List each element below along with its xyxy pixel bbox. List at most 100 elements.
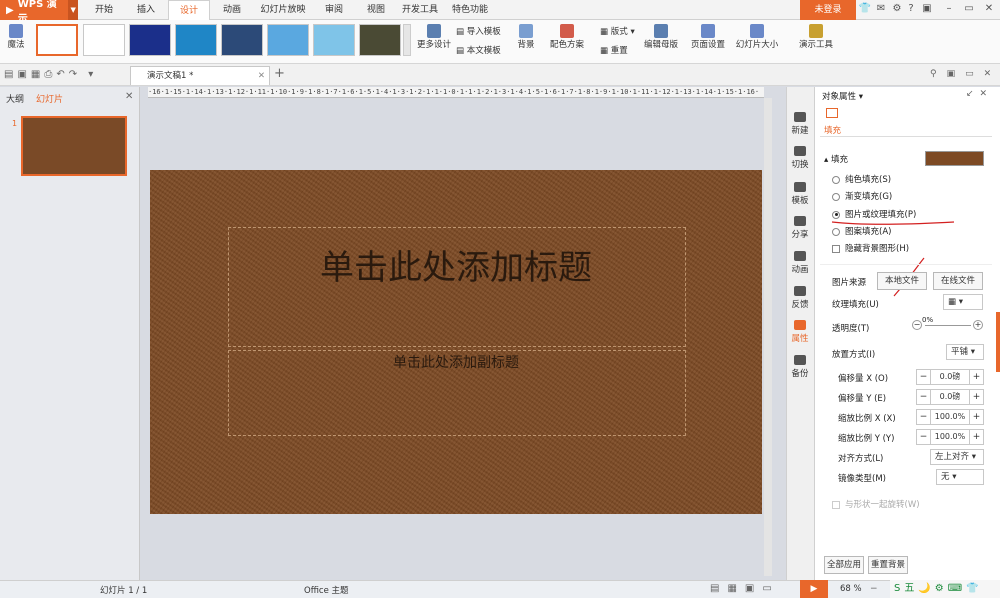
radio-solid-fill[interactable]: 纯色填充(S)	[832, 173, 891, 185]
layout-button[interactable]: ▦ 版式 ▾	[600, 25, 635, 37]
offset-x-label: 偏移量 X (O)	[838, 374, 889, 384]
rotate-with-shape-checkbox[interactable]: 与形状一起旋转(W)	[832, 498, 920, 510]
ime-toolbar[interactable]: S五🌙⚙⌨👕	[890, 580, 1000, 598]
tab-fill[interactable]: 填充	[824, 124, 841, 136]
close-panel-icon[interactable]: ✕	[125, 91, 133, 102]
palette-icon	[560, 24, 574, 38]
design-thumb-3[interactable]	[129, 24, 171, 56]
page-setup-button[interactable]: 页面设置	[690, 24, 726, 50]
master-icon	[654, 24, 668, 38]
pane-header[interactable]: 对象属性 ▾	[822, 90, 863, 102]
side-properties[interactable]: 属性	[786, 320, 814, 344]
new-tab-icon[interactable]: +	[274, 66, 285, 81]
design-thumb-8[interactable]	[359, 24, 401, 56]
scale-x-stepper[interactable]: −100.0% +	[916, 409, 984, 425]
tab-slideshow[interactable]: 幻灯片放映	[254, 0, 312, 20]
side-template[interactable]: 模板	[786, 182, 814, 206]
side-transition[interactable]: 切换	[786, 146, 814, 170]
transparency-slider[interactable]	[925, 325, 971, 326]
magic-button[interactable]: 魔法	[4, 24, 28, 50]
placement-label: 放置方式(I)	[832, 350, 876, 360]
pane-controls[interactable]: ↙✕	[966, 89, 993, 99]
slide-thumbnail[interactable]	[21, 116, 127, 176]
side-feedback[interactable]: 反馈	[786, 286, 814, 310]
placement-dropdown[interactable]: 平铺 ▾	[946, 344, 984, 360]
side-new[interactable]: 新建	[786, 112, 814, 136]
side-share[interactable]: 分享	[786, 216, 814, 240]
tab-developer[interactable]: 开发工具	[396, 0, 444, 20]
edit-master-button[interactable]: 编辑母版	[642, 24, 680, 50]
side-animation[interactable]: 动画	[786, 251, 814, 275]
tab-outline[interactable]: 大纲	[6, 92, 24, 105]
close-tab-icon[interactable]: ✕	[258, 67, 265, 85]
design-thumb-7[interactable]	[313, 24, 355, 56]
reset-background-button[interactable]: 重置背景	[868, 556, 908, 574]
tab-slides[interactable]: 幻灯片	[36, 92, 63, 105]
design-thumb-4[interactable]	[175, 24, 217, 56]
reset-button[interactable]: ▦ 重置	[600, 44, 628, 56]
design-thumb-6[interactable]	[267, 24, 309, 56]
import-template-button[interactable]: ▤ 导入模板	[456, 25, 501, 37]
app-menu-button[interactable]: ▶ WPS 演示 ▼	[0, 0, 78, 25]
design-thumb-1[interactable]	[36, 24, 78, 56]
pane-collapse-handle[interactable]	[996, 312, 1000, 372]
texture-fill-dropdown[interactable]: ▦ ▾	[943, 294, 983, 310]
offset-x-stepper[interactable]: −0.0磅 +	[916, 369, 984, 385]
gallery-scroll[interactable]	[403, 24, 411, 56]
wps-logo-icon: ▶	[6, 4, 14, 16]
tab-view[interactable]: 视图	[356, 0, 396, 20]
mirror-dropdown[interactable]: 无 ▾	[936, 469, 984, 485]
slide-title: 单击此处添加标题	[320, 248, 592, 288]
chat-icon[interactable]: ✉	[874, 2, 888, 16]
close-icon[interactable]: ✕	[982, 2, 996, 16]
tab-animation[interactable]: 动画	[212, 0, 252, 20]
tab-insert[interactable]: 插入	[126, 0, 166, 20]
slide-size-button[interactable]: 幻灯片大小	[732, 24, 782, 50]
scale-y-stepper[interactable]: −100.0% +	[916, 429, 984, 445]
align-label: 对齐方式(L)	[838, 454, 884, 464]
more-design-button[interactable]: 更多设计	[416, 24, 452, 50]
help-icon[interactable]: ?	[904, 2, 918, 16]
page-setup-icon	[701, 24, 715, 38]
side-backup[interactable]: 备份	[786, 355, 814, 379]
backup-icon	[794, 355, 806, 365]
design-thumb-5[interactable]	[221, 24, 263, 56]
picture-source-label: 图片来源	[832, 278, 867, 288]
slide-canvas[interactable]: 单击此处添加标题 单击此处添加副标题	[150, 170, 762, 514]
quick-access-icons[interactable]: ▤▣▦⎙↶↷ ▾	[4, 69, 97, 80]
chevron-down-icon[interactable]: ▼	[68, 0, 78, 20]
local-file-button[interactable]: 本地文件	[877, 272, 927, 290]
offset-y-stepper[interactable]: −0.0磅 +	[916, 389, 984, 405]
mirror-label: 镜像类型(M)	[838, 474, 886, 484]
pin-icon[interactable]: ▣	[920, 2, 934, 16]
zoom-out-icon[interactable]: −	[870, 584, 878, 594]
login-button[interactable]: 未登录	[800, 0, 856, 20]
vertical-scrollbar[interactable]	[764, 98, 772, 576]
document-tab[interactable]: 演示文稿1 * ✕	[130, 66, 270, 85]
play-slideshow-button[interactable]: ▶	[800, 580, 828, 598]
tab-start[interactable]: 开始	[84, 0, 124, 20]
align-dropdown[interactable]: 左上对齐 ▾	[930, 449, 984, 465]
transparency-label: 透明度(T)	[832, 324, 870, 334]
background-button[interactable]: 背景	[512, 24, 540, 50]
apply-all-button[interactable]: 全部应用	[824, 556, 864, 574]
texture-fill-label: 纹理填充(U)	[832, 300, 879, 310]
tab-features[interactable]: 特色功能	[446, 0, 494, 20]
color-scheme-button[interactable]: 配色方案	[546, 24, 588, 50]
show-tools-button[interactable]: 演示工具	[794, 24, 838, 50]
transparency-value: 0%	[922, 316, 934, 324]
settings-icon[interactable]: ⚙	[890, 2, 904, 16]
increase-icon[interactable]: +	[973, 320, 983, 330]
online-file-button[interactable]: 在线文件	[933, 272, 983, 290]
tab-review[interactable]: 审阅	[314, 0, 354, 20]
zoom-level[interactable]: 68 %	[840, 584, 862, 594]
this-template-button[interactable]: ▤ 本文模板	[456, 44, 501, 56]
design-thumb-2[interactable]	[83, 24, 125, 56]
tab-design[interactable]: 设计	[168, 0, 210, 20]
minimize-icon[interactable]: –	[942, 2, 956, 16]
view-mode-icons[interactable]: ▤▦▣▭	[710, 583, 780, 594]
window-tools-icons[interactable]: ⚲▣▭✕	[930, 69, 1000, 79]
restore-icon[interactable]: ▭	[962, 2, 976, 16]
shirt-icon[interactable]: 👕	[858, 2, 872, 16]
decrease-icon[interactable]: −	[912, 320, 922, 330]
